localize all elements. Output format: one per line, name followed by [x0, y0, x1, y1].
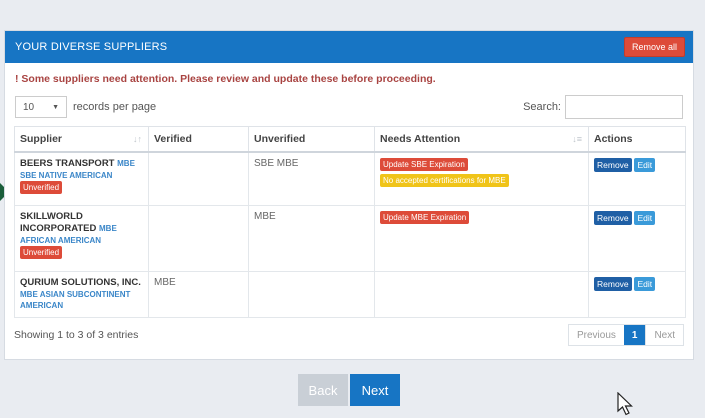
edit-button[interactable]: Edit — [634, 211, 656, 225]
supplier-name: SKILLWORLD INCORPORATED MBE — [20, 211, 117, 234]
table-header-row: Supplier ↓↑ Verified Unverified Needs Att… — [14, 126, 686, 153]
remove-button[interactable]: Remove — [594, 157, 632, 172]
actions-cell: Remove Edit — [588, 151, 686, 206]
table-row: SKILLWORLD INCORPORATED MBE AFRICAN AMER… — [14, 205, 686, 272]
attention-warning: ! Some suppliers need attention. Please … — [15, 73, 436, 85]
verified-cell — [148, 205, 249, 272]
edit-button[interactable]: Edit — [634, 157, 656, 172]
table-footer: Showing 1 to 3 of 3 entries Previous 1 N… — [5, 318, 693, 346]
attention-cell: Update SBE Expiration No accepted certif… — [374, 151, 589, 206]
verified-cell — [148, 151, 249, 206]
page-length-value: 10 — [23, 101, 35, 113]
entries-info: Showing 1 to 3 of 3 entries — [14, 329, 139, 341]
unverified-cell: MBE — [248, 205, 375, 272]
supplier-category: MBE ASIAN SUBCONTINENT AMERICAN — [20, 290, 131, 310]
search-input[interactable] — [565, 95, 683, 119]
search-control: Search: — [523, 95, 683, 119]
actions-cell: Remove Edit — [588, 205, 686, 272]
actions-cell: Remove Edit — [588, 271, 686, 318]
supplier-category: AFRICAN AMERICAN — [20, 236, 102, 245]
supplier-cell: BEERS TRANSPORT MBE SBE NATIVE AMERICAN … — [14, 151, 149, 206]
attention-badge[interactable]: Update MBE Expiration — [380, 211, 470, 224]
caret-down-icon: ▼ — [52, 103, 59, 111]
unverified-cell: SBE MBE — [248, 151, 375, 206]
supplier-name: BEERS TRANSPORT MBE — [20, 157, 135, 169]
suppliers-panel: YOUR DIVERSE SUPPLIERS Remove all ! Some… — [4, 30, 694, 360]
sort-icon: ↓↑ — [133, 134, 142, 144]
unverified-badge: Unverified — [20, 180, 63, 194]
pagination: Previous 1 Next — [567, 324, 684, 346]
unverified-badge: Unverified — [20, 246, 63, 259]
attention-badge[interactable]: Update SBE Expiration — [380, 157, 468, 171]
column-verified[interactable]: Verified — [148, 126, 249, 153]
table-controls: 10 ▼ records per page Search: — [5, 85, 693, 119]
edit-button[interactable]: Edit — [634, 277, 656, 291]
sort-icon: ↓≡ — [572, 134, 582, 144]
supplier-cell: QURIUM SOLUTIONS, INC. MBE ASIAN SUBCONT… — [14, 271, 149, 318]
unverified-cell — [248, 271, 375, 318]
column-supplier[interactable]: Supplier ↓↑ — [14, 126, 149, 153]
verified-cell: MBE — [148, 271, 249, 318]
supplier-name: QURIUM SOLUTIONS, INC. — [20, 277, 141, 288]
search-label: Search: — [523, 101, 561, 113]
page-length-select[interactable]: 10 ▼ — [15, 96, 67, 118]
back-button[interactable]: Back — [298, 374, 348, 406]
attention-cell: Update MBE Expiration — [374, 205, 589, 272]
attention-cell — [374, 271, 589, 318]
next-page-button[interactable]: Next — [645, 325, 683, 345]
next-button[interactable]: Next — [350, 374, 400, 406]
supplier-category: SBE NATIVE AMERICAN — [20, 170, 113, 180]
page-length-label: records per page — [73, 101, 157, 113]
suppliers-table: Supplier ↓↑ Verified Unverified Needs Att… — [14, 126, 686, 318]
panel-title: YOUR DIVERSE SUPPLIERS — [15, 41, 168, 53]
supplier-cell: SKILLWORLD INCORPORATED MBE AFRICAN AMER… — [14, 205, 149, 272]
records-per-page: 10 ▼ records per page — [15, 96, 156, 118]
panel-header: YOUR DIVERSE SUPPLIERS Remove all — [5, 31, 693, 63]
column-actions: Actions — [588, 126, 686, 153]
table-row: BEERS TRANSPORT MBE SBE NATIVE AMERICAN … — [14, 151, 686, 206]
column-needs-attention[interactable]: Needs Attention ↓≡ — [374, 126, 589, 153]
remove-all-button[interactable]: Remove all — [623, 37, 685, 57]
column-unverified[interactable]: Unverified — [248, 126, 375, 153]
page-1-button[interactable]: 1 — [623, 325, 646, 345]
wizard-nav: Back Next — [298, 374, 400, 406]
remove-button[interactable]: Remove — [594, 277, 632, 291]
table-row: QURIUM SOLUTIONS, INC. MBE ASIAN SUBCONT… — [14, 271, 686, 318]
mouse-cursor-icon — [617, 392, 633, 416]
attention-badge: No accepted certifications for MBE — [380, 173, 509, 187]
remove-button[interactable]: Remove — [594, 211, 632, 225]
previous-page-button[interactable]: Previous — [569, 325, 624, 345]
